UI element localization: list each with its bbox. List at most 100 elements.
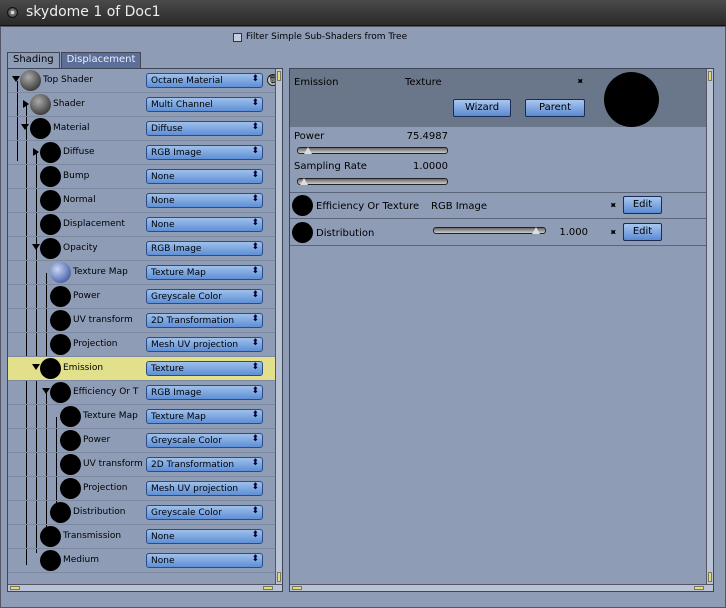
shader-type-dropdown[interactable]: None [146,553,263,568]
shader-preview-icon [60,430,81,451]
slider-thumb[interactable] [304,147,312,154]
tree-row-texture-map[interactable]: Texture Map Texture Map [8,405,282,429]
parent-button[interactable]: Parent [525,99,585,117]
tree-row-top-shader[interactable]: Top Shader Octane Material 🗑 [8,69,282,93]
shader-type-dropdown[interactable]: None [146,169,263,184]
tree-row-opacity[interactable]: Opacity RGB Image [8,237,282,261]
slider-thumb[interactable] [532,227,540,234]
tree-label: Projection [73,339,118,349]
sampling-rate-value[interactable]: 1.0000 [390,161,448,172]
collapse-triangle-icon[interactable] [12,76,20,82]
tree-row-distribution[interactable]: Distribution Greyscale Color [8,501,282,525]
expand-triangle-icon[interactable] [33,148,39,156]
chevron-down-icon[interactable]: ⯍ [610,201,617,211]
wizard-button[interactable]: Wizard [453,99,511,117]
tab-displacement[interactable]: Displacement [60,52,142,68]
shader-tree-panel: Top Shader Octane Material 🗑 Shader Mult… [7,68,283,592]
tree-row-transmission[interactable]: Transmission None [8,525,282,549]
tree-label: Top Shader [43,75,93,85]
distribution-edit-button[interactable]: Edit [623,223,662,241]
sampling-rate-label: Sampling Rate [294,161,367,172]
scrollbar-knob[interactable] [263,586,273,590]
shader-preview-icon [40,214,61,235]
shader-type-dropdown[interactable]: Greyscale Color [146,433,263,448]
tree-row-efficiency[interactable]: Efficiency Or T RGB Image [8,381,282,405]
shader-preview-icon [60,478,81,499]
scrollbar-knob[interactable] [694,586,704,590]
tree-row-uv-transform[interactable]: UV transform 2D Transformation [8,453,282,477]
tab-shading[interactable]: Shading [7,52,60,68]
shader-type-dropdown[interactable]: 2D Transformation [146,457,263,472]
shader-type-dropdown[interactable]: Texture Map [146,265,263,280]
expand-triangle-icon[interactable] [23,100,29,108]
power-slider[interactable] [297,147,448,154]
shader-type-dropdown[interactable]: Diffuse [146,121,263,136]
shader-type-dropdown[interactable]: Texture Map [146,409,263,424]
shader-type-dropdown[interactable]: Octane Material [146,73,263,88]
shader-type-dropdown[interactable]: Texture [146,361,263,376]
scrollbar-knob[interactable] [277,572,281,582]
tree-vertical-scrollbar[interactable] [275,69,282,591]
tree-row-texture-map[interactable]: Texture Map Texture Map [8,261,282,285]
collapse-triangle-icon[interactable] [32,364,40,370]
shader-preview-icon [50,286,71,307]
tree-row-displacement[interactable]: Displacement None [8,213,282,237]
tree-horizontal-scrollbar[interactable] [8,584,282,591]
shader-type-dropdown[interactable]: Mesh UV projection [146,337,263,352]
shader-type-dropdown[interactable]: None [146,217,263,232]
shader-type-dropdown[interactable]: Greyscale Color [146,505,263,520]
efficiency-edit-button[interactable]: Edit [623,196,662,214]
tree-row-material[interactable]: Material Diffuse [8,117,282,141]
tree-row-medium[interactable]: Medium None [8,549,282,573]
shader-type-dropdown[interactable]: Multi Channel [146,97,263,112]
scrollbar-knob[interactable] [277,71,281,81]
shader-preview-icon [292,222,313,243]
shader-type-dropdown[interactable]: Mesh UV projection [146,481,263,496]
tree-row-diffuse[interactable]: Diffuse RGB Image [8,141,282,165]
scrollbar-knob[interactable] [292,586,302,590]
power-value[interactable]: 75.4987 [390,131,448,142]
sampling-rate-slider[interactable] [297,178,448,185]
shader-type-dropdown[interactable]: RGB Image [146,241,263,256]
collapse-triangle-icon[interactable] [32,244,40,250]
distribution-slider[interactable] [433,227,546,234]
tree-label: Texture Map [73,267,128,277]
distribution-label: Distribution [316,228,375,239]
efficiency-value[interactable]: RGB Image [431,201,487,212]
chevron-down-icon[interactable]: ⯍ [577,77,584,87]
shader-type-dropdown[interactable]: None [146,529,263,544]
params-vertical-scrollbar[interactable] [706,69,713,591]
scrollbar-knob[interactable] [708,71,712,81]
shader-type-dropdown[interactable]: Greyscale Color [146,289,263,304]
tree-row-projection[interactable]: Projection Mesh UV projection [8,477,282,501]
params-horizontal-scrollbar[interactable] [290,584,713,591]
tree-row-bump[interactable]: Bump None [8,165,282,189]
filter-checkbox[interactable] [233,32,242,42]
tree-row-power[interactable]: Power Greyscale Color [8,285,282,309]
scrollbar-knob[interactable] [708,572,712,582]
tree-row-shader[interactable]: Shader Multi Channel [8,93,282,117]
shader-type-dropdown[interactable]: None [146,193,263,208]
scrollbar-knob[interactable] [10,586,20,590]
tab-bar: Shading Displacement [7,52,142,68]
shader-type-dropdown[interactable]: 2D Transformation [146,313,263,328]
tree-label: Power [83,435,111,445]
shader-type-dropdown[interactable]: RGB Image [146,385,263,400]
tree-row-emission[interactable]: Emission Texture [8,357,282,381]
slider-thumb[interactable] [300,178,308,185]
shader-type-dropdown[interactable]: RGB Image [146,145,263,160]
distribution-value[interactable]: 1.000 [550,227,588,238]
shader-preview-icon [60,454,81,475]
collapse-triangle-icon[interactable] [21,124,29,130]
filter-checkbox-row[interactable]: Filter Simple Sub-Shaders from Tree [233,32,407,42]
tree-row-power[interactable]: Power Greyscale Color [8,429,282,453]
emission-type[interactable]: Texture [405,77,442,88]
collapse-triangle-icon[interactable] [42,388,50,394]
tree-row-projection[interactable]: Projection Mesh UV projection [8,333,282,357]
tree-row-normal[interactable]: Normal None [8,189,282,213]
close-icon[interactable] [7,7,18,18]
tree-row-uv-transform[interactable]: UV transform 2D Transformation [8,309,282,333]
chevron-down-icon[interactable]: ⯍ [610,228,617,238]
divider [290,245,706,246]
tree-label: Opacity [63,243,98,253]
